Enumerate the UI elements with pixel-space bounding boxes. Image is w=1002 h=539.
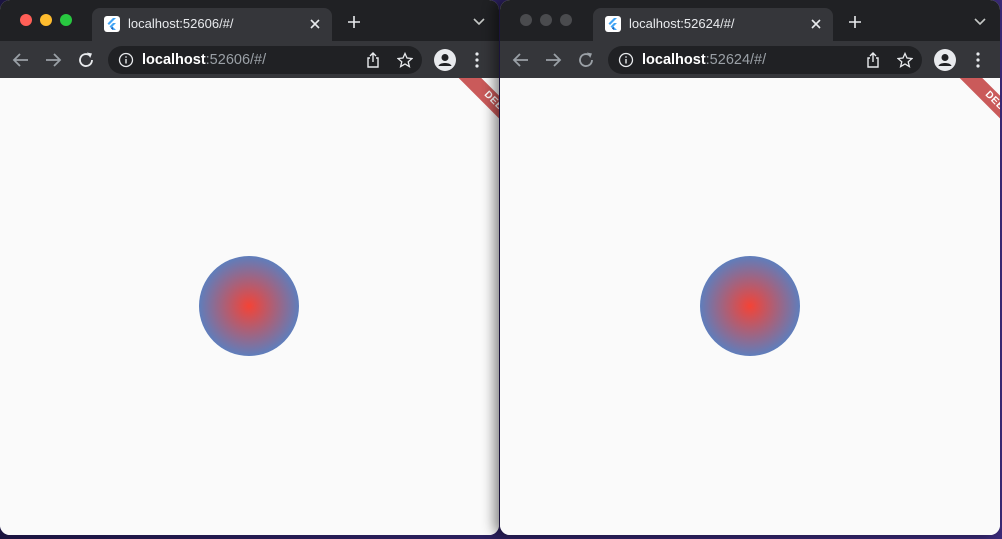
- debug-banner: DEBUG: [951, 78, 1000, 156]
- more-vertical-icon[interactable]: [469, 51, 485, 69]
- chevron-down-icon[interactable]: [471, 14, 487, 30]
- reload-icon[interactable]: [76, 50, 96, 70]
- zoom-window-button[interactable]: [560, 14, 572, 26]
- browser-window-right: localhost:52624/#/ localhost:52624/#/ DE…: [500, 0, 1000, 535]
- minimize-window-button[interactable]: [40, 14, 52, 26]
- more-vertical-icon[interactable]: [970, 51, 986, 69]
- toolbar: localhost:52606/#/: [0, 41, 499, 78]
- info-icon[interactable]: [118, 52, 134, 68]
- close-icon[interactable]: [306, 15, 324, 33]
- url-host: localhost: [142, 52, 206, 68]
- address-bar[interactable]: localhost:52606/#/: [108, 46, 422, 74]
- traffic-lights: [520, 14, 572, 26]
- back-arrow-icon[interactable]: [511, 50, 531, 70]
- reload-icon[interactable]: [576, 50, 596, 70]
- browser-tab[interactable]: localhost:52606/#/: [92, 8, 332, 41]
- info-icon[interactable]: [618, 52, 634, 68]
- browser-tab[interactable]: localhost:52624/#/: [593, 8, 833, 41]
- address-bar[interactable]: localhost:52624/#/: [608, 46, 922, 74]
- tab-title: localhost:52606/#/: [128, 16, 234, 31]
- share-icon[interactable]: [365, 52, 381, 68]
- chevron-down-icon[interactable]: [972, 14, 988, 30]
- url-host: localhost: [642, 52, 706, 68]
- close-window-button[interactable]: [520, 14, 532, 26]
- address-url: localhost:52606/#/: [142, 52, 266, 68]
- url-path: :52624/#/: [705, 52, 767, 68]
- browser-window-left: localhost:52606/#/ localhost:52606/#/ DE…: [0, 0, 499, 535]
- radial-gradient-circle: [700, 256, 800, 356]
- page-content: DEBUG: [500, 78, 1000, 535]
- flutter-logo-icon: [104, 16, 120, 32]
- profile-icon[interactable]: [434, 49, 456, 71]
- tab-strip: localhost:52624/#/: [500, 0, 1000, 41]
- close-icon[interactable]: [807, 15, 825, 33]
- plus-icon[interactable]: [344, 12, 364, 32]
- url-path: :52606/#/: [205, 52, 267, 68]
- debug-banner: DEBUG: [450, 78, 499, 156]
- tab-title: localhost:52624/#/: [629, 16, 735, 31]
- star-icon[interactable]: [897, 52, 913, 68]
- address-url: localhost:52624/#/: [642, 52, 766, 68]
- share-icon[interactable]: [865, 52, 881, 68]
- profile-icon[interactable]: [934, 49, 956, 71]
- toolbar: localhost:52624/#/: [500, 41, 1000, 78]
- page-content: DEBUG: [0, 78, 499, 535]
- forward-arrow-icon[interactable]: [543, 50, 563, 70]
- radial-gradient-circle: [199, 256, 299, 356]
- traffic-lights: [20, 14, 72, 26]
- minimize-window-button[interactable]: [540, 14, 552, 26]
- star-icon[interactable]: [397, 52, 413, 68]
- tab-strip: localhost:52606/#/: [0, 0, 499, 41]
- zoom-window-button[interactable]: [60, 14, 72, 26]
- plus-icon[interactable]: [845, 12, 865, 32]
- forward-arrow-icon[interactable]: [43, 50, 63, 70]
- flutter-logo-icon: [605, 16, 621, 32]
- back-arrow-icon[interactable]: [11, 50, 31, 70]
- close-window-button[interactable]: [20, 14, 32, 26]
